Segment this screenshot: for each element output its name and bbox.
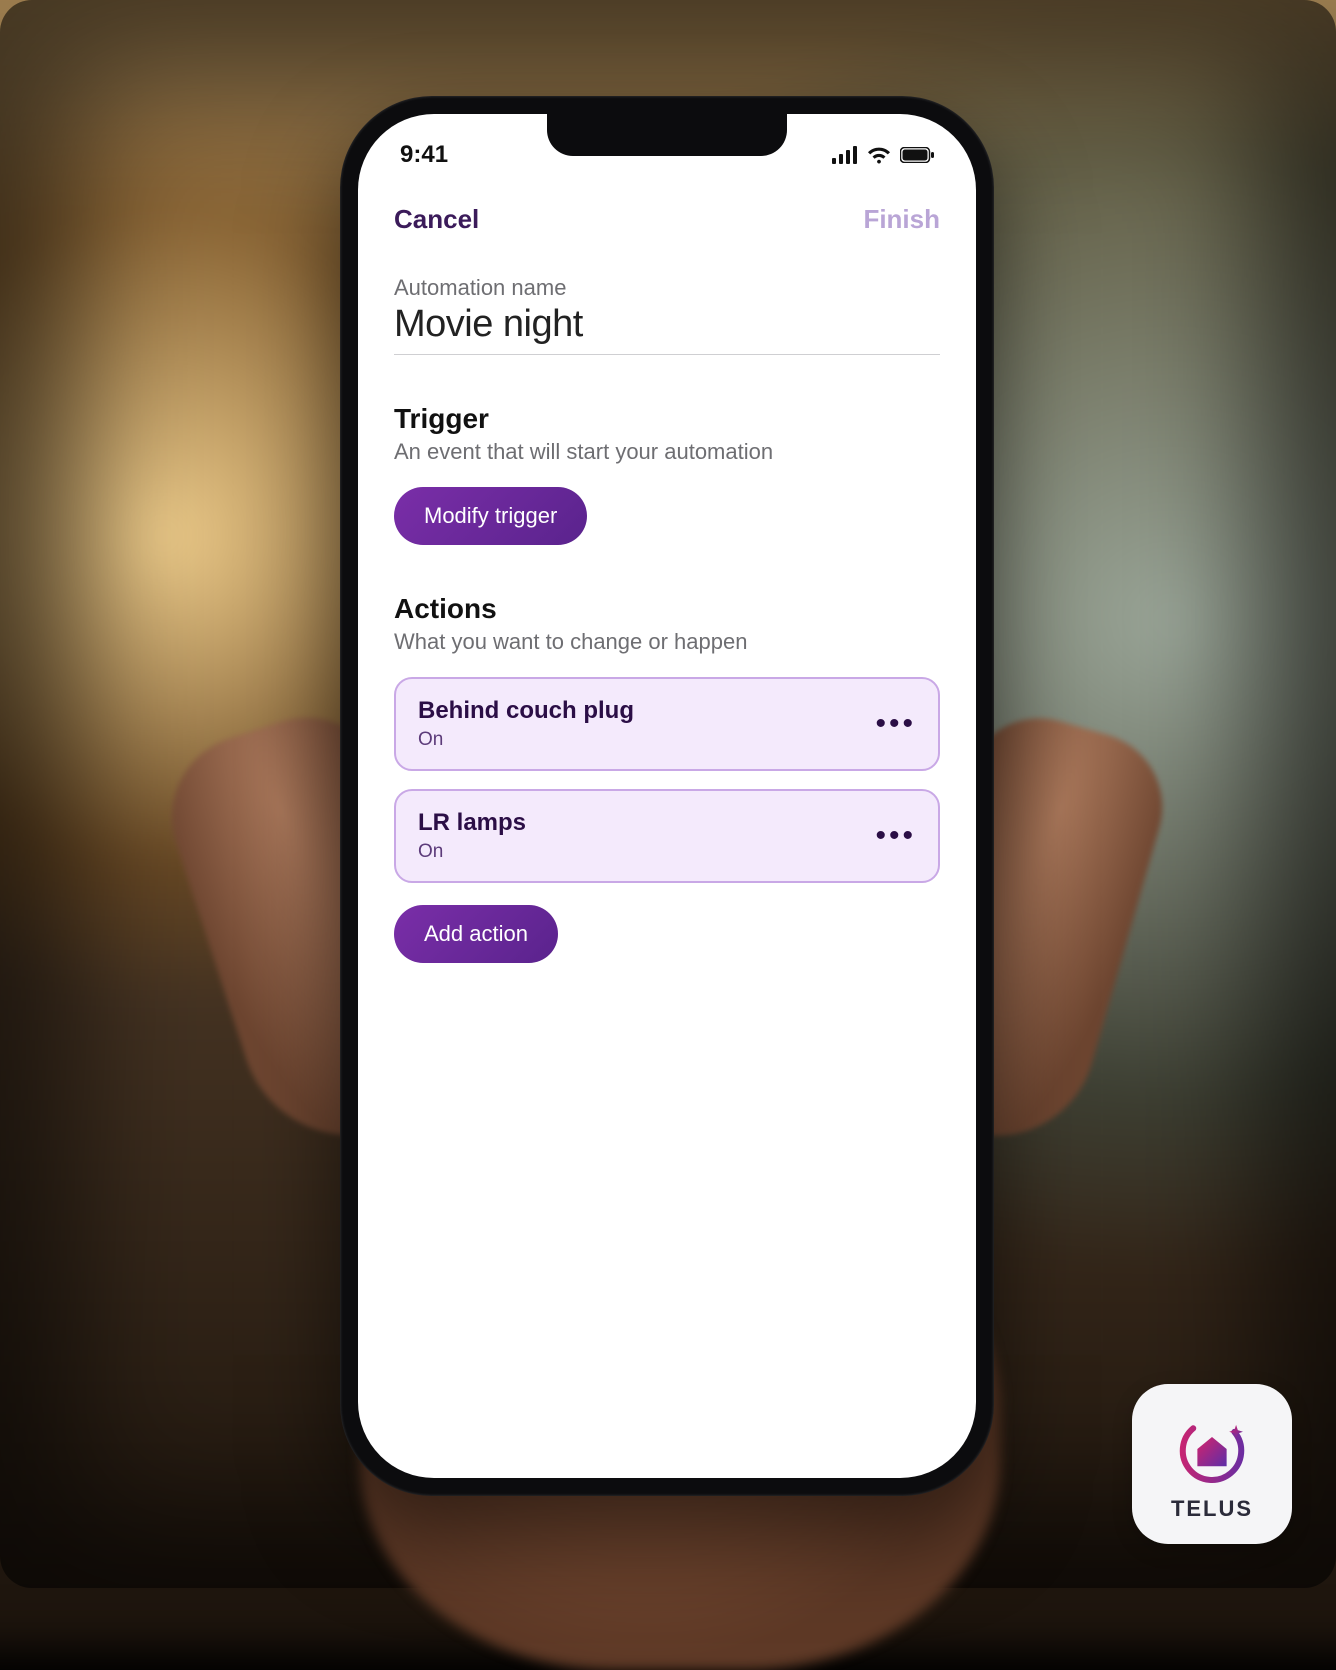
actions-section: Actions What you want to change or happe… bbox=[394, 593, 940, 963]
action-card-state: On bbox=[418, 841, 526, 863]
automation-name-field: Automation name bbox=[394, 275, 940, 355]
telus-label: TELUS bbox=[1171, 1496, 1253, 1522]
action-card[interactable]: Behind couch plug On ••• bbox=[394, 677, 940, 771]
telus-badge: TELUS bbox=[1132, 1384, 1292, 1544]
phone-notch bbox=[547, 114, 787, 156]
action-card-state: On bbox=[418, 729, 634, 751]
automation-name-input[interactable] bbox=[394, 303, 940, 355]
status-time: 9:41 bbox=[400, 141, 448, 169]
action-card[interactable]: LR lamps On ••• bbox=[394, 789, 940, 883]
battery-icon bbox=[900, 147, 934, 163]
cellular-icon bbox=[832, 146, 858, 164]
more-icon[interactable]: ••• bbox=[875, 718, 916, 730]
trigger-section: Trigger An event that will start your au… bbox=[394, 403, 940, 545]
trigger-title: Trigger bbox=[394, 403, 940, 435]
status-icons bbox=[832, 146, 934, 164]
phone-screen: 9:41 Cancel Finish Automation name Trigg… bbox=[358, 114, 976, 1478]
actions-subtitle: What you want to change or happen bbox=[394, 629, 940, 655]
telus-home-icon bbox=[1169, 1406, 1255, 1492]
wifi-icon bbox=[866, 146, 892, 164]
cancel-button[interactable]: Cancel bbox=[394, 204, 479, 235]
action-card-title: LR lamps bbox=[418, 809, 526, 837]
phone-frame: 9:41 Cancel Finish Automation name Trigg… bbox=[340, 96, 994, 1496]
modify-trigger-button[interactable]: Modify trigger bbox=[394, 487, 587, 545]
trigger-subtitle: An event that will start your automation bbox=[394, 439, 940, 465]
name-field-label: Automation name bbox=[394, 275, 940, 301]
actions-title: Actions bbox=[394, 593, 940, 625]
add-action-button[interactable]: Add action bbox=[394, 905, 558, 963]
more-icon[interactable]: ••• bbox=[875, 830, 916, 842]
action-card-title: Behind couch plug bbox=[418, 697, 634, 725]
finish-button[interactable]: Finish bbox=[863, 204, 940, 235]
nav-bar: Cancel Finish bbox=[358, 174, 976, 241]
